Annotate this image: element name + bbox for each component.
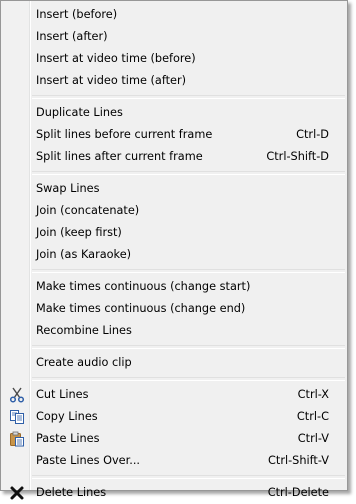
menu-item-shortcut: Ctrl-C xyxy=(296,410,329,423)
menu-separator xyxy=(32,377,345,381)
menu-item-label: Join (keep first) xyxy=(36,226,122,239)
menu-item-copy-lines[interactable]: Copy Lines Ctrl-C xyxy=(3,406,345,428)
menu-separator xyxy=(32,269,345,273)
menu-item-label: Cut Lines xyxy=(36,388,89,401)
menu-item-insert-before[interactable]: Insert (before) xyxy=(3,4,345,26)
menu-item-label: Copy Lines xyxy=(36,410,98,423)
menu-item-label: Insert at video time (after) xyxy=(36,74,187,87)
menu-item-label: Join (as Karaoke) xyxy=(36,248,132,261)
menu-item-label: Delete Lines xyxy=(36,486,107,499)
menu-item-label: Split lines after current frame xyxy=(36,150,203,163)
scissors-icon xyxy=(9,387,25,403)
menu-item-label: Recombine Lines xyxy=(36,324,132,337)
menu-item-label: Paste Lines xyxy=(36,432,100,445)
menu-item-insert-after[interactable]: Insert (after) xyxy=(3,26,345,48)
menu-separator xyxy=(32,345,345,349)
copy-icon xyxy=(9,409,25,425)
paste-icon xyxy=(9,431,25,447)
menu-item-swap-lines[interactable]: Swap Lines xyxy=(3,178,345,200)
menu-separator xyxy=(32,171,345,175)
menu-item-label: Make times continuous (change end) xyxy=(36,302,246,315)
context-menu: Insert (before) Insert (after) Insert at… xyxy=(0,0,348,500)
menu-item-insert-at-video-time-after[interactable]: Insert at video time (after) xyxy=(3,70,345,92)
menu-item-delete-lines[interactable]: Delete Lines Ctrl-Delete xyxy=(3,482,345,504)
menu-item-shortcut: Ctrl-Shift-V xyxy=(268,454,329,467)
menu-item-shortcut: Ctrl-X xyxy=(297,388,329,401)
menu-item-shortcut: Ctrl-V xyxy=(297,432,329,445)
menu-item-cut-lines[interactable]: Cut Lines Ctrl-X xyxy=(3,384,345,406)
menu-item-shortcut: Ctrl-Shift-D xyxy=(266,150,329,163)
menu-item-insert-at-video-time-before[interactable]: Insert at video time (before) xyxy=(3,48,345,70)
menu-item-label: Swap Lines xyxy=(36,182,100,195)
menu-item-duplicate-lines[interactable]: Duplicate Lines xyxy=(3,102,345,124)
menu-item-label: Make times continuous (change start) xyxy=(36,280,251,293)
menu-item-label: Create audio clip xyxy=(36,356,132,369)
menu-separator xyxy=(32,475,345,479)
menu-item-shortcut: Ctrl-D xyxy=(296,128,329,141)
menu-item-label: Insert (before) xyxy=(36,8,118,21)
menu-item-label: Join (concatenate) xyxy=(36,204,140,217)
menu-item-times-continuous-start[interactable]: Make times continuous (change start) xyxy=(3,276,345,298)
menu-separator xyxy=(32,95,345,99)
menu-item-paste-lines-over[interactable]: Paste Lines Over... Ctrl-Shift-V xyxy=(3,450,345,472)
menu-item-recombine-lines[interactable]: Recombine Lines xyxy=(3,320,345,342)
menu-item-split-before-frame[interactable]: Split lines before current frame Ctrl-D xyxy=(3,124,345,146)
menu-item-label: Insert at video time (before) xyxy=(36,52,196,65)
menu-item-label: Insert (after) xyxy=(36,30,108,43)
menu-item-join-keep-first[interactable]: Join (keep first) xyxy=(3,222,345,244)
menu-item-join-as-karaoke[interactable]: Join (as Karaoke) xyxy=(3,244,345,266)
menu-item-create-audio-clip[interactable]: Create audio clip xyxy=(3,352,345,374)
menu-item-times-continuous-end[interactable]: Make times continuous (change end) xyxy=(3,298,345,320)
menu-item-split-after-frame[interactable]: Split lines after current frame Ctrl-Shi… xyxy=(3,146,345,168)
menu-item-shortcut: Ctrl-Delete xyxy=(267,486,329,499)
menu-item-label: Duplicate Lines xyxy=(36,106,123,119)
menu-item-label: Paste Lines Over... xyxy=(36,454,141,467)
menu-item-label: Split lines before current frame xyxy=(36,128,213,141)
menu-item-join-concatenate[interactable]: Join (concatenate) xyxy=(3,200,345,222)
menu-item-paste-lines[interactable]: Paste Lines Ctrl-V xyxy=(3,428,345,450)
